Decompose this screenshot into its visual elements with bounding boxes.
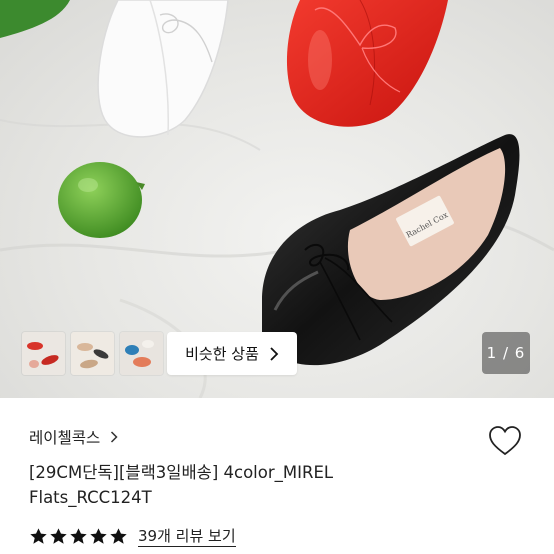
star-icon (50, 528, 67, 544)
thumbnail-multicolor-flats[interactable] (120, 332, 163, 375)
rating-row: 39개 리뷰 보기 (29, 526, 236, 547)
star-icon (90, 528, 107, 544)
product-title-line-1: [29CM단독][블랙3일배송] 4color_MIREL (29, 463, 334, 482)
product-title-line-2: Flats_RCC124T (29, 488, 152, 507)
similar-products-label: 비슷한 상품 (185, 345, 259, 363)
brand-name: 레이첼콕스 (29, 429, 101, 447)
thumbnail-beige-flats[interactable] (71, 332, 114, 375)
review-count-link[interactable]: 39개 리뷰 보기 (138, 526, 236, 547)
thumbnail-strip (22, 332, 163, 375)
chevron-right-icon (270, 346, 279, 361)
beige-flats-thumbnail-image (71, 332, 114, 375)
thumbnail-red-flats[interactable] (22, 332, 65, 375)
star-rating (29, 527, 128, 546)
similar-products-button[interactable]: 비슷한 상품 (167, 332, 297, 375)
brand-link[interactable]: 레이첼콕스 (29, 426, 118, 448)
star-icon (30, 528, 47, 544)
wishlist-heart-icon[interactable] (488, 425, 522, 457)
chevron-right-icon (111, 431, 118, 443)
red-flats-thumbnail-image (22, 332, 65, 375)
product-image-gallery[interactable]: Rachel Cox 비슷한 상품 1 / 6 (0, 0, 554, 398)
image-page-indicator: 1 / 6 (482, 332, 530, 374)
product-title: [29CM단독][블랙3일배송] 4color_MIREL Flats_RCC1… (29, 460, 469, 510)
star-icon (110, 528, 127, 544)
star-icon (70, 528, 87, 544)
multi-color-flats-thumbnail-image (120, 332, 163, 375)
